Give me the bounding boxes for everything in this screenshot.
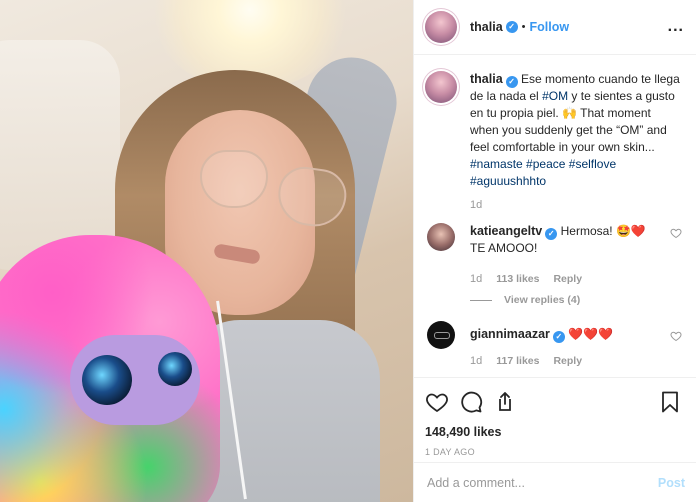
comment-likes[interactable]: 113 likes [496, 273, 539, 285]
follow-button[interactable]: Follow [530, 20, 570, 34]
caption-text: thalia ✓ Ese momento cuando te llega de l… [470, 71, 682, 190]
comment-avatar[interactable] [427, 321, 455, 349]
post-sidebar: thalia ✓ • Follow ... thalia ✓ Ese moment… [413, 0, 696, 502]
post-comment-button[interactable]: Post [658, 476, 685, 490]
caption-emoji: 🙌 [562, 106, 578, 120]
comment-heart-icon[interactable] [670, 330, 682, 342]
caption-time[interactable]: 1d [470, 199, 682, 211]
photo-plush-eye-right [158, 352, 192, 386]
instagram-post: thalia ✓ • Follow ... thalia ✓ Ese moment… [0, 0, 696, 502]
view-replies-label: View replies (4) [504, 294, 581, 306]
photo-glasses-lens-left [200, 150, 268, 208]
comment-heart-icon[interactable] [670, 227, 682, 239]
post-photo[interactable] [0, 0, 413, 502]
comment-text: giannimaazar ✓ ❤️❤️❤️ [470, 326, 682, 343]
comment-likes[interactable]: 117 likes [496, 355, 539, 367]
separator-dot: • [521, 21, 526, 33]
share-icon[interactable] [493, 390, 517, 414]
comment-username[interactable]: giannimaazar [470, 327, 550, 341]
reply-button[interactable]: Reply [553, 273, 582, 285]
verified-badge-icon: ✓ [505, 21, 518, 33]
author-avatar[interactable] [425, 11, 457, 43]
more-options-icon[interactable]: ... [668, 18, 684, 36]
likes-count[interactable]: 148,490 likes [425, 425, 682, 439]
hashtag-peace[interactable]: #peace [526, 157, 565, 171]
verified-badge-icon: ✓ [545, 228, 558, 240]
author-username[interactable]: thalia [470, 20, 503, 34]
comment-username[interactable]: katieangeltv [470, 224, 542, 238]
hashtag-om[interactable]: #OM [542, 89, 568, 103]
hashtag-aguuushhhto[interactable]: #aguuushhhto [470, 174, 546, 188]
comment-avatar[interactable] [427, 223, 455, 251]
comment-meta: 1d 113 likes Reply [470, 273, 682, 285]
comment-input[interactable] [427, 475, 658, 490]
comment-text: katieangeltv ✓ Hermosa! 🤩❤️ TE AMOOO! [470, 223, 682, 257]
verified-badge-icon: ✓ [552, 331, 565, 343]
comments-list[interactable]: thalia ✓ Ese momento cuando te llega de l… [414, 55, 696, 377]
action-bar [425, 386, 682, 418]
comment-item: giannimaazar ✓ ❤️❤️❤️ 1d 117 likes Reply [425, 321, 682, 367]
post-header: thalia ✓ • Follow ... [414, 0, 696, 55]
add-comment-bar: Post [414, 462, 696, 502]
comment-icon[interactable] [459, 390, 483, 414]
comment-time[interactable]: 1d [470, 273, 482, 285]
save-bookmark-icon[interactable] [658, 390, 682, 414]
comment-body: ❤️❤️❤️ [568, 327, 614, 341]
verified-badge-icon: ✓ [505, 76, 518, 88]
like-heart-icon[interactable] [425, 390, 449, 414]
caption-avatar[interactable] [425, 71, 457, 103]
post-age[interactable]: 1 DAY AGO [425, 447, 682, 457]
caption: thalia ✓ Ese momento cuando te llega de l… [425, 71, 682, 211]
hashtag-selflove[interactable]: #selflove [569, 157, 616, 171]
caption-username[interactable]: thalia [470, 72, 503, 86]
comment-item: katieangeltv ✓ Hermosa! 🤩❤️ TE AMOOO! 1d … [425, 223, 682, 306]
photo-plush-eye-left [82, 355, 132, 405]
hashtag-namaste[interactable]: #namaste [470, 157, 523, 171]
view-replies-button[interactable]: View replies (4) [470, 294, 682, 306]
reply-button[interactable]: Reply [553, 355, 582, 367]
view-replies-line [470, 299, 492, 301]
comment-time[interactable]: 1d [470, 355, 482, 367]
comment-meta: 1d 117 likes Reply [470, 355, 682, 367]
